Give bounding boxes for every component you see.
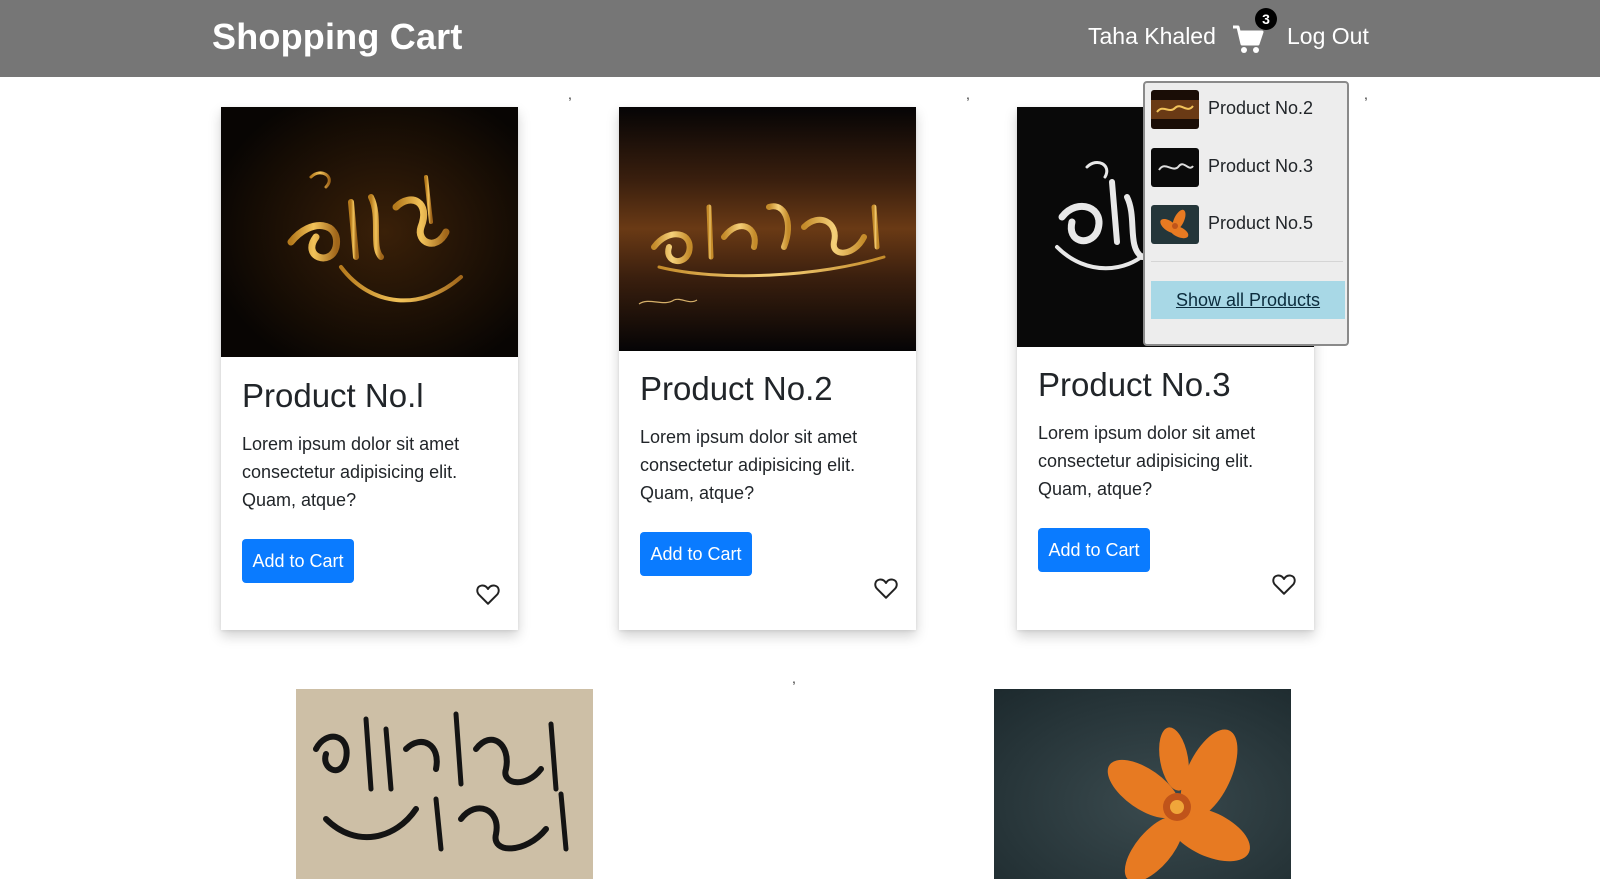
product-image <box>994 689 1291 879</box>
cart-item[interactable]: Product No.3 <box>1151 145 1341 189</box>
separator: , <box>792 670 796 686</box>
cart-item-thumbnail <box>1151 90 1199 129</box>
dropdown-divider <box>1151 261 1343 262</box>
separator: , <box>568 86 572 102</box>
product-title: Product No.2 <box>640 370 833 407</box>
product-title: Product No.l <box>242 377 424 414</box>
brand-title[interactable]: Shopping Cart <box>212 16 463 58</box>
add-to-cart-button[interactable]: Add to Cart <box>640 532 752 576</box>
heart-outline-icon[interactable] <box>1271 571 1297 597</box>
product-card: Product No.l Lorem ipsum dolor sit amet … <box>221 107 518 630</box>
heart-outline-icon[interactable] <box>475 581 501 607</box>
cart-dropdown: Product No.2 Product No.3 Product No.5 S… <box>1143 81 1349 346</box>
logout-link[interactable]: Log Out <box>1287 23 1369 50</box>
cart-count-badge: 3 <box>1255 8 1277 30</box>
product-card: Product No.2 Lorem ipsum dolor sit amet … <box>619 107 916 630</box>
product-image <box>296 689 593 879</box>
cart-item-label: Product No.3 <box>1208 156 1314 176</box>
product-description: Lorem ipsum dolor sit amet consectetur a… <box>640 427 858 503</box>
user-name[interactable]: Taha Khaled <box>1088 23 1216 50</box>
heart-outline-icon[interactable] <box>873 575 899 601</box>
product-title: Product No.3 <box>1038 366 1231 403</box>
product-image <box>221 107 518 357</box>
separator: , <box>1364 86 1368 102</box>
cart-item[interactable]: Product No.5 <box>1151 202 1341 246</box>
product-description: Lorem ipsum dolor sit amet consectetur a… <box>242 434 460 510</box>
add-to-cart-button[interactable]: Add to Cart <box>242 539 354 583</box>
cart-item-label: Product No.2 <box>1208 98 1314 118</box>
add-to-cart-button[interactable]: Add to Cart <box>1038 528 1150 572</box>
show-all-products-link[interactable]: Show all Products <box>1151 281 1345 319</box>
cart-item-thumbnail <box>1151 205 1199 244</box>
cart-item[interactable]: Product No.2 <box>1151 87 1341 131</box>
cart-item-thumbnail <box>1151 148 1199 187</box>
separator: , <box>966 86 970 102</box>
product-image <box>619 107 916 351</box>
product-description: Lorem ipsum dolor sit amet consectetur a… <box>1038 423 1256 499</box>
navbar: Shopping Cart Taha Khaled 3 Log Out <box>0 0 1600 77</box>
cart-item-label: Product No.5 <box>1208 213 1314 233</box>
